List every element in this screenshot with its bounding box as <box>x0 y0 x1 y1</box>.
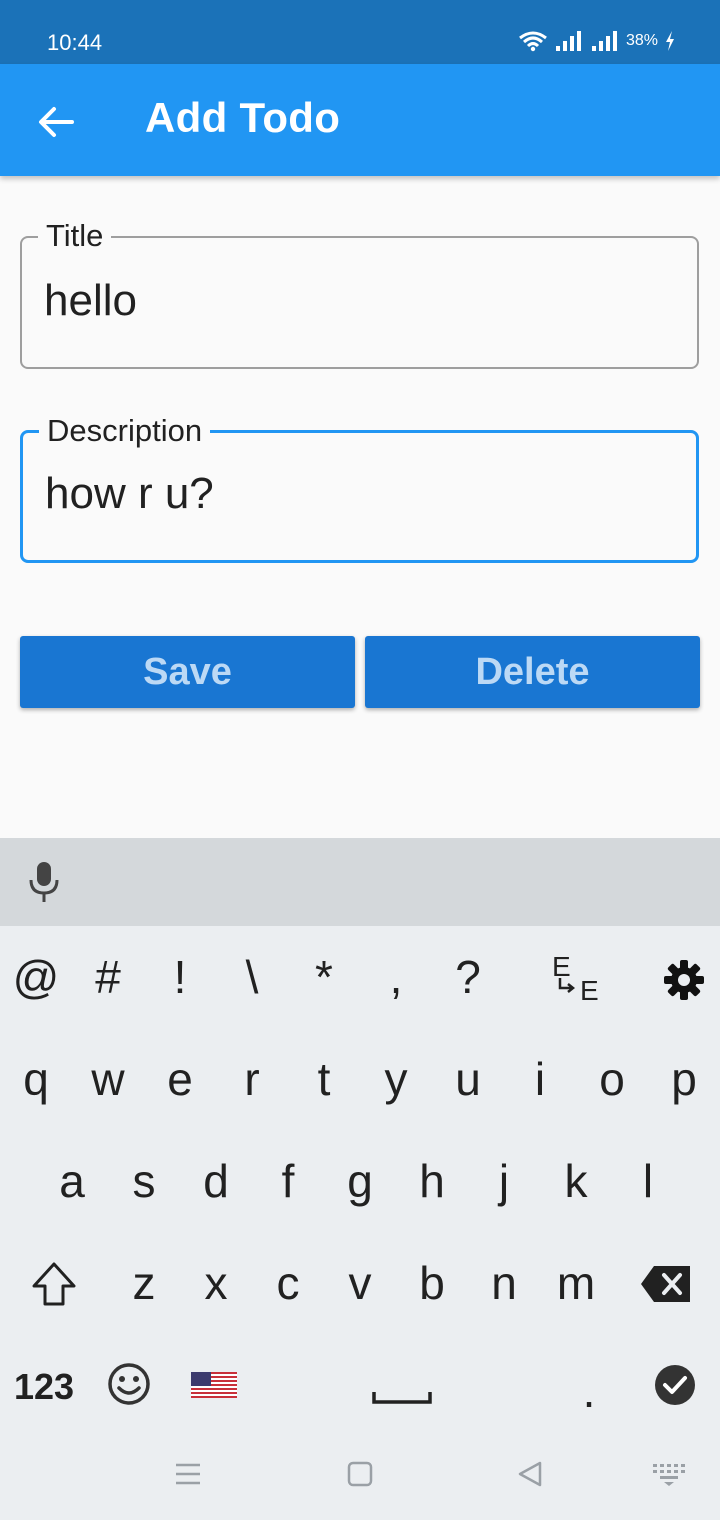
key-comma[interactable]: , <box>360 950 432 1004</box>
key-f[interactable]: f <box>252 1154 324 1208</box>
key-u[interactable]: u <box>432 1052 504 1106</box>
key-t[interactable]: t <box>288 1052 360 1106</box>
emoji-icon[interactable] <box>107 1362 151 1406</box>
settings-gear-icon[interactable] <box>662 958 706 1002</box>
key-q[interactable]: q <box>0 1052 72 1106</box>
spacebar-icon[interactable] <box>372 1390 432 1406</box>
key-l[interactable]: l <box>612 1154 684 1208</box>
key-b[interactable]: b <box>396 1256 468 1310</box>
page-title: Add Todo <box>145 94 341 141</box>
app-bar: Add Todo <box>0 64 720 176</box>
status-time: 10:44 <box>47 30 103 55</box>
key-c[interactable]: c <box>252 1256 324 1310</box>
key-y[interactable]: y <box>360 1052 432 1106</box>
key-period[interactable]: . <box>553 1364 625 1418</box>
menu-icon[interactable] <box>174 1460 202 1488</box>
key-exclamation[interactable]: ! <box>144 950 216 1004</box>
key-h[interactable]: h <box>396 1154 468 1208</box>
wifi-icon <box>519 31 547 52</box>
key-z[interactable]: z <box>108 1256 180 1310</box>
key-w[interactable]: w <box>72 1052 144 1106</box>
status-icons: 38% <box>518 30 676 52</box>
keyboard-toolbar <box>0 838 720 926</box>
charging-icon <box>666 31 674 51</box>
on-screen-keyboard: @ # ! \ * , ? E E q w e r t y u i o p a … <box>0 926 720 1520</box>
key-p[interactable]: p <box>648 1052 720 1106</box>
title-input[interactable]: hello <box>44 276 137 326</box>
numbers-key[interactable]: 123 <box>8 1366 80 1408</box>
svg-text:E: E <box>580 975 599 1006</box>
key-a[interactable]: a <box>36 1154 108 1208</box>
home-icon[interactable] <box>346 1460 374 1488</box>
description-input[interactable]: how r u? <box>45 469 214 519</box>
signal-icon <box>555 31 581 51</box>
keyboard-icon[interactable] <box>652 1460 686 1488</box>
key-j[interactable]: j <box>468 1154 540 1208</box>
key-asterisk[interactable]: * <box>288 950 360 1004</box>
enter-check-icon[interactable] <box>654 1364 696 1406</box>
system-navigation-bar <box>0 1440 720 1520</box>
back-arrow-icon[interactable] <box>34 100 78 144</box>
key-at[interactable]: @ <box>0 950 72 1004</box>
battery-percent: 38% <box>625 32 658 49</box>
signal-icon <box>591 31 617 51</box>
key-v[interactable]: v <box>324 1256 396 1310</box>
us-flag-icon[interactable] <box>191 1372 237 1398</box>
key-x[interactable]: x <box>180 1256 252 1310</box>
delete-button[interactable]: Delete <box>365 636 700 708</box>
status-bar: 10:44 38% <box>0 0 720 64</box>
backspace-icon[interactable] <box>640 1264 692 1304</box>
title-field-label: Title <box>38 218 112 254</box>
description-field[interactable]: Description how r u? <box>20 413 699 563</box>
key-g[interactable]: g <box>324 1154 396 1208</box>
shift-icon[interactable] <box>30 1260 78 1308</box>
key-o[interactable]: o <box>576 1052 648 1106</box>
key-backslash[interactable]: \ <box>216 950 288 1004</box>
key-s[interactable]: s <box>108 1154 180 1208</box>
key-n[interactable]: n <box>468 1256 540 1310</box>
key-k[interactable]: k <box>540 1154 612 1208</box>
microphone-icon[interactable] <box>26 860 62 904</box>
translate-icon[interactable]: E E <box>546 950 606 1006</box>
back-triangle-icon[interactable] <box>516 1460 544 1488</box>
title-field[interactable]: Title hello <box>20 218 699 369</box>
key-question[interactable]: ? <box>432 950 504 1004</box>
key-hash[interactable]: # <box>72 950 144 1004</box>
key-i[interactable]: i <box>504 1052 576 1106</box>
key-e[interactable]: e <box>144 1052 216 1106</box>
key-d[interactable]: d <box>180 1154 252 1208</box>
svg-text:E: E <box>552 951 571 982</box>
save-button[interactable]: Save <box>20 636 355 708</box>
key-r[interactable]: r <box>216 1052 288 1106</box>
key-m[interactable]: m <box>540 1256 612 1310</box>
description-field-label: Description <box>39 413 211 449</box>
